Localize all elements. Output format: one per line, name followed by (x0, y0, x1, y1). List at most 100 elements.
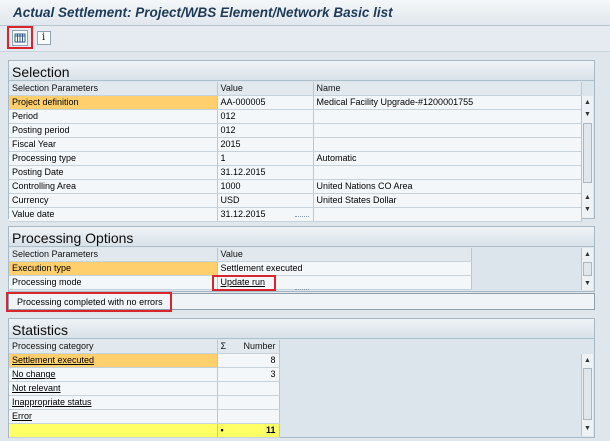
table-row[interactable]: Fiscal Year 2015 (9, 137, 582, 153)
category-link[interactable]: Error (9, 409, 218, 425)
param-cell: Execution type (9, 261, 218, 277)
param-cell: Project definition (9, 95, 218, 111)
statistics-vertical-scrollbar[interactable]: ▲ ▼ (581, 354, 593, 436)
processing-options-panel: Processing Options Selection Parameters … (8, 226, 595, 292)
number-cell (217, 381, 280, 397)
name-cell: United States Dollar (313, 193, 582, 209)
param-cell: Value date (9, 207, 218, 223)
category-link[interactable]: Inappropriate status (9, 395, 218, 411)
table-row[interactable]: Controlling Area 1000 United Nations CO … (9, 179, 582, 195)
table-row[interactable]: Value date 31.12.2015 (9, 207, 582, 223)
scroll-up-icon[interactable]: ▲ (582, 97, 593, 108)
info-button[interactable]: i (37, 31, 51, 45)
scroll-thumb[interactable] (583, 123, 592, 183)
value-cell: 1000 (217, 179, 314, 195)
selection-panel: Selection Selection Parameters Value Nam… (8, 60, 595, 223)
table-row[interactable]: Project definition AA-000005 Medical Fac… (9, 95, 582, 111)
param-cell: Fiscal Year (9, 137, 218, 153)
value-cell: 012 (217, 109, 314, 125)
scroll-up-icon[interactable]: ▲ (582, 355, 593, 366)
table-row[interactable]: Period 012 (9, 109, 582, 125)
table-row[interactable]: Not relevant (9, 381, 280, 397)
processing-options-vertical-scrollbar[interactable]: ▲ ▼ (581, 248, 593, 290)
param-cell: Controlling Area (9, 179, 218, 195)
category-link[interactable]: No change (9, 367, 218, 383)
value-cell: 31.12.2015 (217, 207, 314, 223)
total-row: • 11 (9, 423, 280, 439)
statistics-panel: Statistics Processing category Σ Number S… (8, 318, 595, 439)
panel-resize-grip[interactable] (295, 216, 309, 219)
table-row[interactable]: No change 3 (9, 367, 280, 383)
name-cell: Medical Facility Upgrade-#1200001755 (313, 95, 582, 111)
name-cell (313, 165, 582, 181)
column-header[interactable]: Value (217, 248, 472, 263)
name-cell (313, 137, 582, 153)
table-row[interactable]: Execution type Settlement executed (9, 261, 472, 277)
table-row[interactable]: Processing type 1 Automatic (9, 151, 582, 167)
param-cell: Period (9, 109, 218, 125)
scroll-down-icon[interactable]: ▼ (582, 423, 593, 434)
value-cell: Settlement executed (217, 261, 472, 277)
scroll-down-icon[interactable]: ▼ (582, 278, 593, 289)
table-row[interactable]: Currency USD United States Dollar (9, 193, 582, 209)
param-cell: Currency (9, 193, 218, 209)
column-header[interactable]: Selection Parameters (9, 248, 218, 263)
table-row[interactable]: Error (9, 409, 280, 425)
statistics-title: Statistics (9, 319, 594, 339)
table-header: Selection Parameters Value Name (9, 82, 582, 97)
annotation-box-toolbar (7, 26, 33, 49)
name-cell (313, 123, 582, 139)
value-cell: USD (217, 193, 314, 209)
panel-resize-grip[interactable] (295, 289, 309, 292)
info-icon: i (42, 32, 46, 43)
param-cell: Posting Date (9, 165, 218, 181)
application-toolbar: i (0, 26, 610, 52)
statistics-table: Processing category Σ Number Settlement e… (9, 340, 280, 439)
total-number: 11 (265, 425, 276, 436)
window-title: Actual Settlement: Project/WBS Element/N… (13, 5, 393, 20)
value-cell: 31.12.2015 (217, 165, 314, 181)
right-margin (597, 52, 610, 441)
total-cell: • 11 (217, 423, 280, 439)
title-bar: Actual Settlement: Project/WBS Element/N… (0, 0, 610, 26)
table-header: Processing category Σ Number (9, 340, 280, 355)
column-header[interactable]: Value (217, 82, 314, 97)
category-link[interactable]: Not relevant (9, 381, 218, 397)
value-cell: 1 (217, 151, 314, 167)
scroll-thumb[interactable] (583, 368, 592, 420)
table-header: Selection Parameters Value (9, 248, 472, 263)
table-row[interactable]: Posting period 012 (9, 123, 582, 139)
scroll-thumb[interactable] (583, 262, 592, 276)
selection-vertical-scrollbar[interactable]: ▲ ▼ ▲ ▼ (581, 96, 593, 218)
annotation-box-message (6, 292, 172, 312)
number-cell (217, 395, 280, 411)
category-link[interactable]: Settlement executed (9, 353, 218, 369)
number-cell: 3 (217, 367, 280, 383)
value-cell: 012 (217, 123, 314, 139)
name-cell (313, 207, 582, 223)
scroll-up-icon[interactable]: ▲ (582, 249, 593, 260)
scroll-down-small-icon[interactable]: ▼ (582, 109, 593, 120)
sum-icon: Σ (220, 341, 227, 352)
selection-table: Selection Parameters Value Name Project … (9, 82, 582, 223)
name-cell (313, 109, 582, 125)
column-header[interactable]: Name (313, 82, 582, 97)
annotation-box-update-run (212, 275, 276, 291)
name-cell: United Nations CO Area (313, 179, 582, 195)
column-header[interactable]: Processing category (9, 340, 218, 355)
table-row[interactable]: Settlement executed 8 (9, 353, 280, 369)
column-header-number[interactable]: Σ Number (217, 340, 280, 355)
selection-title: Selection (9, 61, 594, 81)
number-cell: 8 (217, 353, 280, 369)
number-cell (217, 409, 280, 425)
table-row[interactable]: Inappropriate status (9, 395, 280, 411)
column-header[interactable]: Selection Parameters (9, 82, 218, 97)
table-row[interactable]: Posting Date 31.12.2015 (9, 165, 582, 181)
scroll-up-small-icon[interactable]: ▲ (582, 192, 593, 203)
value-cell: AA-000005 (217, 95, 314, 111)
param-cell: Posting period (9, 123, 218, 139)
scroll-down-icon[interactable]: ▼ (582, 204, 593, 215)
param-cell: Processing mode (9, 275, 218, 291)
value-cell: 2015 (217, 137, 314, 153)
param-cell: Processing type (9, 151, 218, 167)
